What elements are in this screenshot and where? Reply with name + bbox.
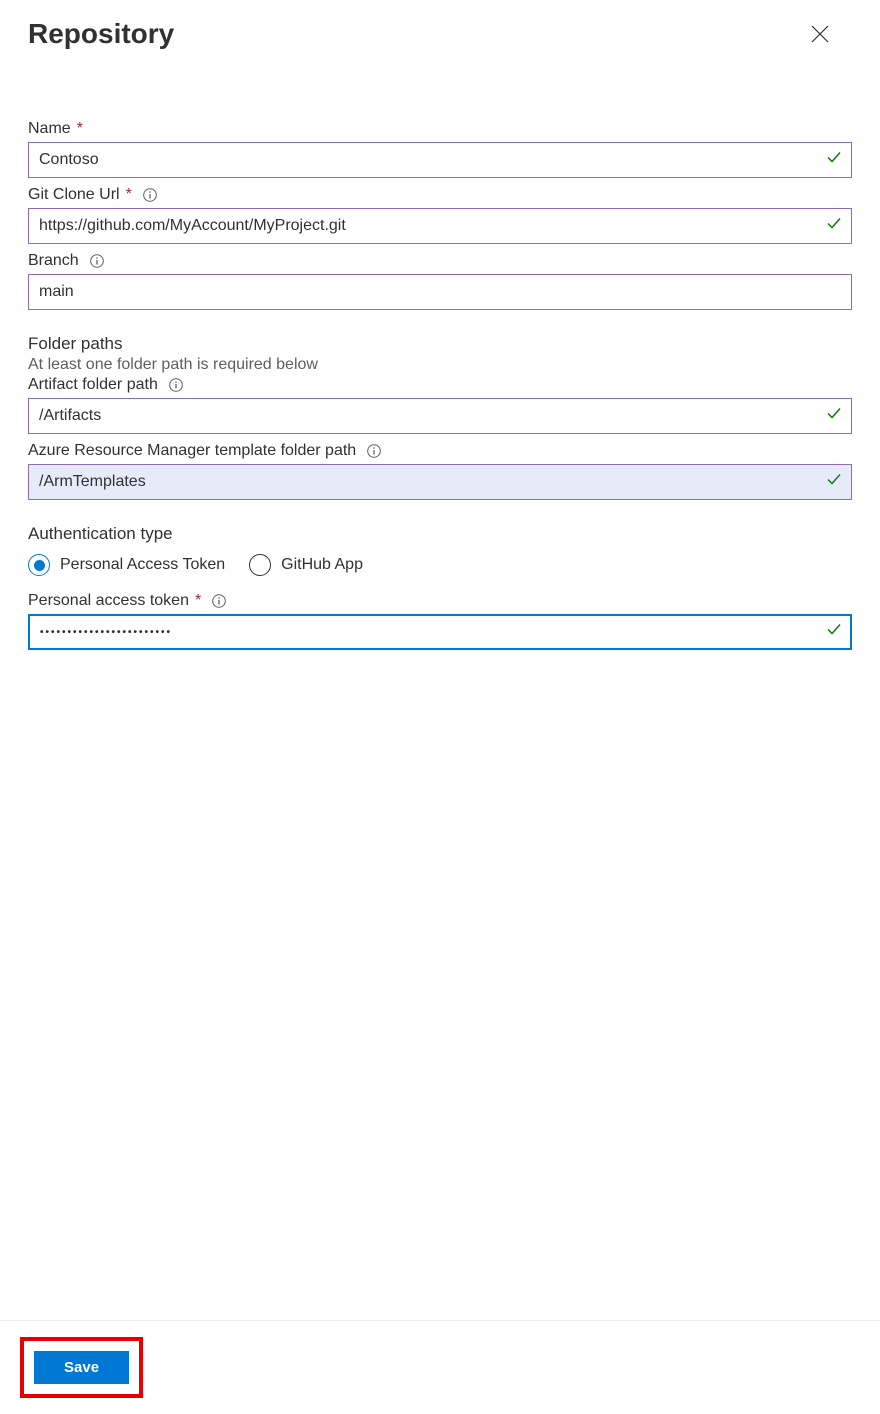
radio-github-app[interactable]: GitHub App <box>249 554 363 576</box>
arm-template-path-label-text: Azure Resource Manager template folder p… <box>28 442 356 460</box>
save-button[interactable]: Save <box>34 1351 129 1384</box>
arm-template-path-label: Azure Resource Manager template folder p… <box>28 442 852 460</box>
pat-label: Personal access token * <box>28 592 852 610</box>
radio-label-githubapp: GitHub App <box>281 556 363 574</box>
branch-label: Branch <box>28 252 852 270</box>
branch-label-text: Branch <box>28 252 79 270</box>
required-asterisk: * <box>126 186 132 204</box>
info-icon[interactable] <box>211 593 227 609</box>
git-clone-url-label-text: Git Clone Url <box>28 186 120 204</box>
name-label-text: Name <box>28 120 71 138</box>
save-highlight-box: Save <box>20 1337 143 1398</box>
name-input[interactable] <box>28 142 852 178</box>
radio-circle-icon <box>28 554 50 576</box>
branch-input[interactable] <box>28 274 852 310</box>
auth-type-radio-group: Personal Access Token GitHub App <box>28 554 852 576</box>
pat-label-text: Personal access token <box>28 592 189 610</box>
arm-template-path-input[interactable] <box>28 464 852 500</box>
git-clone-url-label: Git Clone Url * <box>28 186 852 204</box>
folder-paths-title: Folder paths <box>28 334 852 354</box>
check-icon <box>826 406 842 427</box>
artifact-path-label: Artifact folder path <box>28 376 852 394</box>
git-clone-url-input[interactable] <box>28 208 852 244</box>
artifact-path-input[interactable] <box>28 398 852 434</box>
radio-personal-access-token[interactable]: Personal Access Token <box>28 554 225 576</box>
artifact-path-label-text: Artifact folder path <box>28 376 158 394</box>
info-icon[interactable] <box>366 443 382 459</box>
check-icon <box>826 472 842 493</box>
page-title: Repository <box>28 18 174 50</box>
folder-paths-subtitle: At least one folder path is required bel… <box>28 356 852 374</box>
auth-type-title: Authentication type <box>28 524 852 544</box>
close-button[interactable] <box>808 22 832 46</box>
radio-label-pat: Personal Access Token <box>60 556 225 574</box>
info-icon[interactable] <box>89 253 105 269</box>
info-icon[interactable] <box>168 377 184 393</box>
required-asterisk: * <box>195 592 201 610</box>
personal-access-token-input[interactable] <box>28 614 852 650</box>
check-icon <box>826 216 842 237</box>
footer: Save <box>0 1320 880 1414</box>
check-icon <box>826 150 842 171</box>
required-asterisk: * <box>77 120 83 138</box>
info-icon[interactable] <box>142 187 158 203</box>
radio-circle-icon <box>249 554 271 576</box>
name-label: Name * <box>28 120 852 138</box>
check-icon <box>826 622 842 643</box>
close-icon <box>811 25 829 43</box>
